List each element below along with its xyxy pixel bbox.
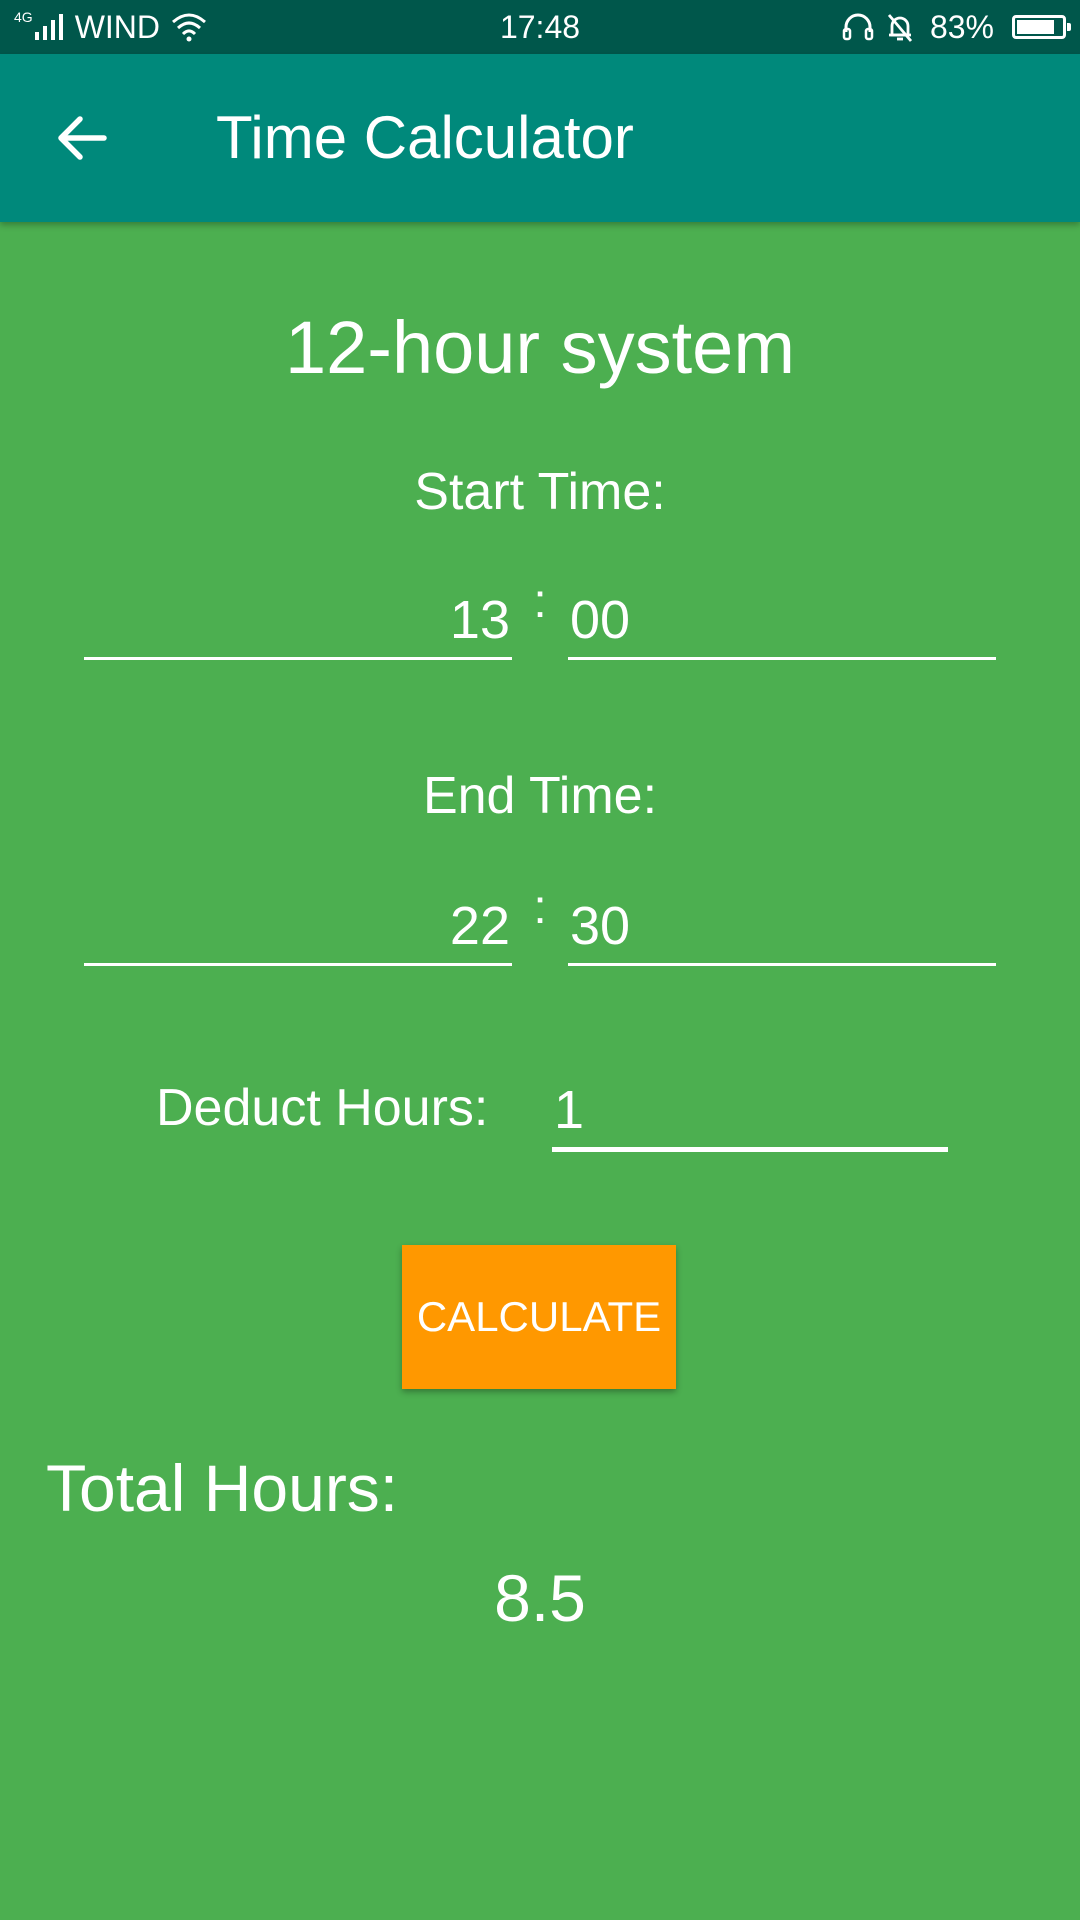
- back-button[interactable]: [44, 100, 120, 176]
- end-hour-input[interactable]: 22: [84, 886, 512, 966]
- app-bar: Time Calculator: [0, 54, 1080, 222]
- status-bar: 4G WIND 17:48 83%: [0, 0, 1080, 54]
- deduct-hours-label: Deduct Hours:: [156, 1079, 489, 1137]
- end-time-separator: :: [533, 881, 547, 934]
- carrier-name: WIND: [74, 8, 160, 45]
- arrow-left-icon: [58, 116, 107, 160]
- network-type: 4G: [14, 9, 33, 25]
- start-time-separator: :: [533, 575, 547, 628]
- end-minute-input[interactable]: 30: [568, 886, 996, 966]
- battery-percent: 83%: [929, 8, 994, 45]
- system-heading: 12-hour system: [285, 306, 795, 389]
- status-left-group: 4G WIND: [14, 0, 208, 54]
- start-minute-input[interactable]: 00: [568, 580, 996, 660]
- wifi-icon: [172, 13, 206, 42]
- end-time-label: End Time:: [422, 767, 658, 825]
- calculate-button[interactable]: CALCULATE: [402, 1245, 676, 1389]
- app-title: Time Calculator: [216, 104, 634, 171]
- start-hour-input[interactable]: 13: [84, 580, 512, 660]
- bell-muted-icon: [887, 14, 913, 42]
- headset-icon: [842, 13, 874, 41]
- time-calculator-screen: 4G WIND 17:48 83% Time Calculator 12-hou…: [0, 0, 1080, 1920]
- deduct-hours-input[interactable]: 1: [552, 1068, 948, 1152]
- status-right-group: 83%: [842, 0, 1071, 54]
- signal-icon: [34, 14, 63, 40]
- battery-icon: [1012, 15, 1071, 39]
- start-time-label: Start Time:: [414, 463, 666, 521]
- total-hours-label: Total Hours:: [46, 1451, 399, 1525]
- battery-fill: [1017, 20, 1054, 34]
- total-hours-value: 8.5: [494, 1561, 586, 1635]
